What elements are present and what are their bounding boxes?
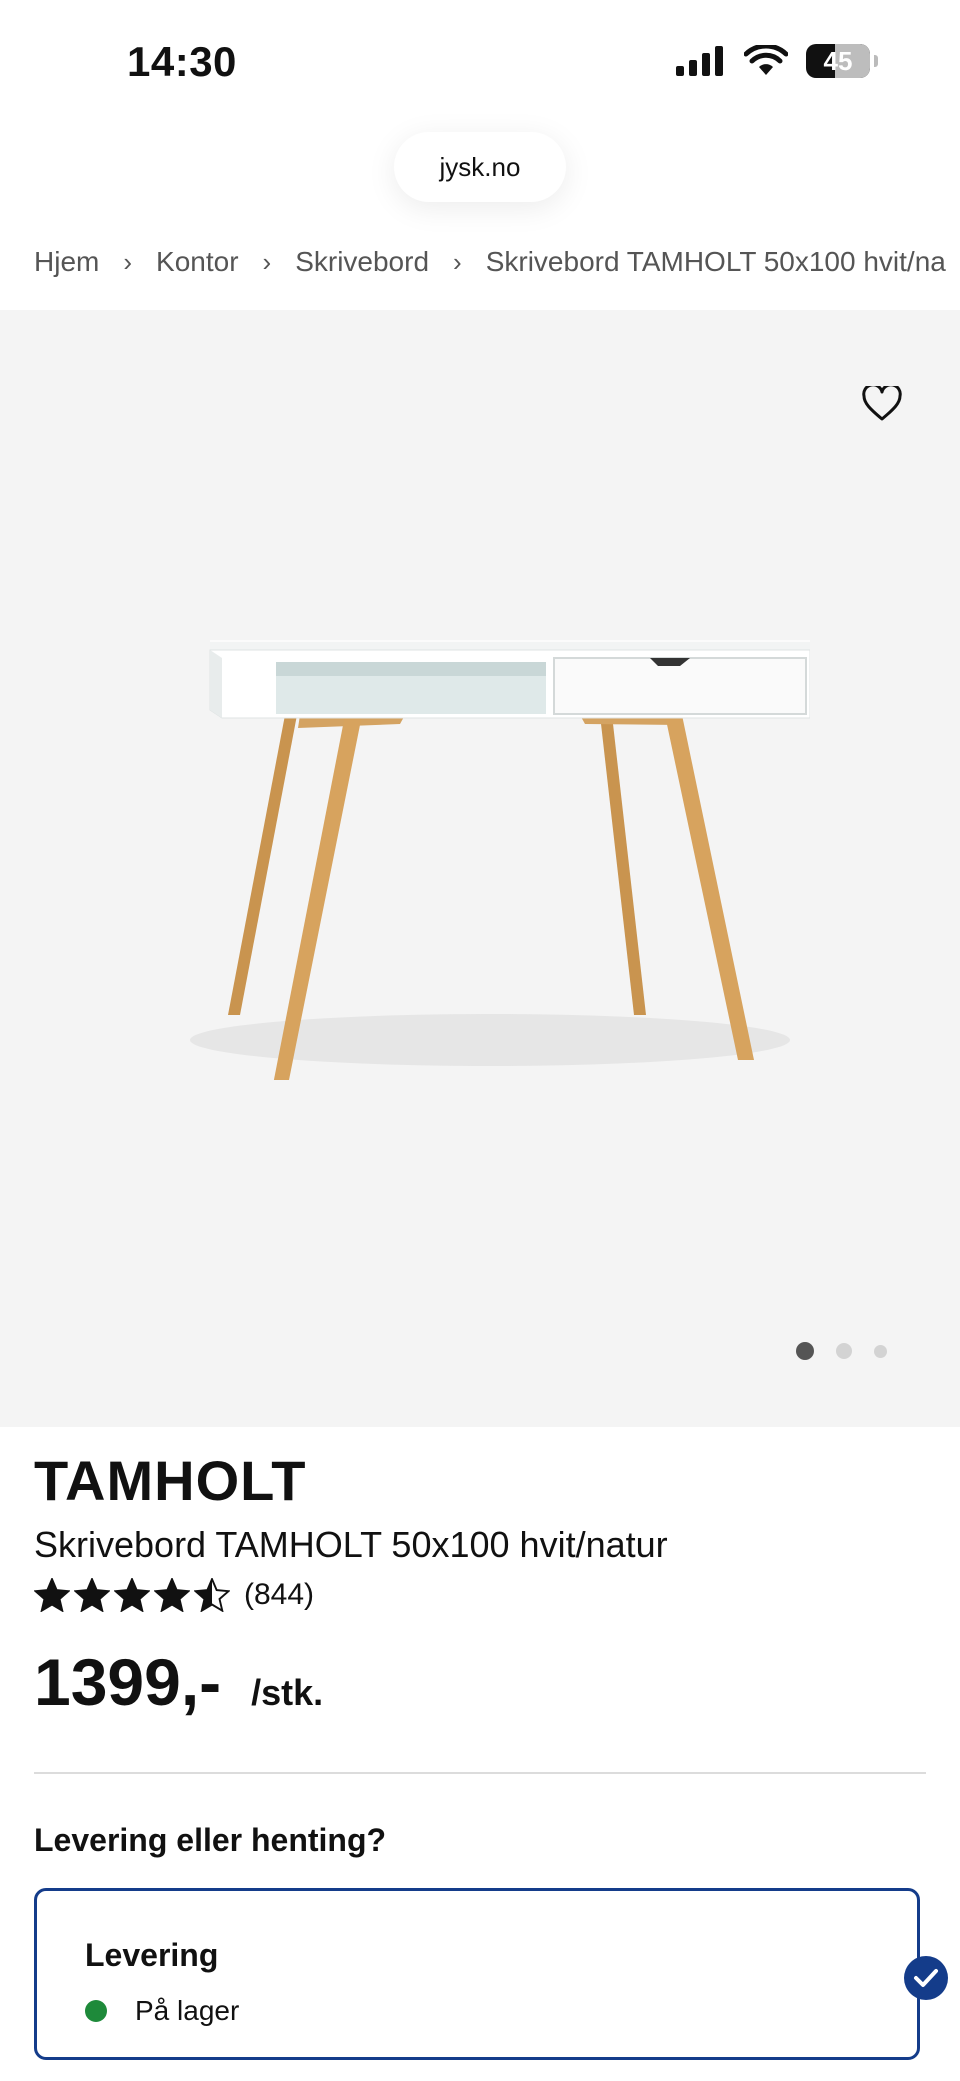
breadcrumb-item-kontor[interactable]: Kontor: [156, 246, 239, 278]
heart-outline-icon: [862, 386, 902, 421]
price-row: 1399,- /stk.: [34, 1644, 323, 1720]
chevron-right-icon: ›: [453, 246, 462, 277]
rating-stars: [34, 1578, 230, 1612]
checkmark-icon: [904, 1956, 948, 2000]
price-unit: /stk.: [251, 1672, 324, 1713]
breadcrumb-item-current[interactable]: Skrivebord TAMHOLT 50x100 hvit/na: [486, 246, 946, 278]
url-text: jysk.no: [439, 151, 521, 182]
product-name: Skrivebord TAMHOLT 50x100 hvit/natur: [34, 1524, 668, 1565]
wifi-icon: [744, 45, 788, 75]
breadcrumb-item-skrivebord[interactable]: Skrivebord: [295, 246, 429, 278]
battery-level: 45: [823, 45, 853, 76]
status-time: 14:30: [127, 38, 237, 85]
pagination-dot[interactable]: [796, 1342, 814, 1360]
star-filled-icon: [74, 1578, 110, 1612]
pagination-dot[interactable]: [836, 1343, 852, 1359]
status-icons: 45: [676, 44, 878, 78]
divider: [34, 1772, 926, 1774]
battery-icon: 45: [806, 44, 870, 78]
pagination-dot[interactable]: [874, 1344, 887, 1358]
stock-indicator-dot: [85, 2000, 107, 2022]
delivery-heading: Levering eller henting?: [34, 1822, 387, 1858]
delivery-option-card[interactable]: Levering På lager: [34, 1888, 920, 2060]
favorite-button[interactable]: [858, 380, 906, 428]
product-brand: TAMHOLT: [34, 1449, 307, 1512]
breadcrumb: Hjem › Kontor › Skrivebord › Skrivebord …: [34, 240, 960, 284]
star-filled-icon: [154, 1578, 190, 1612]
review-count: (844): [244, 1578, 315, 1611]
product-rating[interactable]: (844): [34, 1578, 314, 1612]
image-pagination: [796, 1342, 887, 1360]
delivery-option-title: Levering: [85, 1937, 219, 1973]
breadcrumb-item-hjem[interactable]: Hjem: [34, 246, 99, 278]
product-image: [190, 640, 810, 1080]
star-filled-icon: [34, 1578, 70, 1612]
cellular-signal-icon: [676, 46, 723, 76]
chevron-right-icon: ›: [123, 246, 133, 277]
stock-status: På lager: [85, 1995, 239, 2027]
battery-cap: [874, 55, 878, 67]
star-filled-icon: [114, 1578, 150, 1612]
url-bar[interactable]: jysk.no: [394, 132, 566, 202]
status-bar: 14:30 45: [0, 0, 960, 120]
stock-status-label: På lager: [135, 1995, 240, 2026]
product-price: 1399,-: [34, 1645, 222, 1719]
chevron-right-icon: ›: [262, 246, 272, 277]
star-half-icon: [194, 1578, 230, 1612]
product-image-gallery[interactable]: [0, 310, 960, 1427]
